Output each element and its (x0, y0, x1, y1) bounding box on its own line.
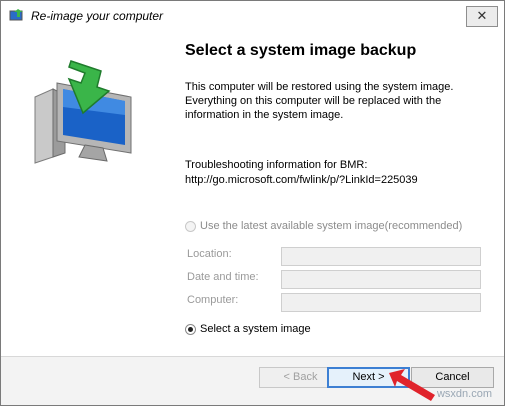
monitor-restore-icon (34, 60, 132, 164)
computer-field (281, 293, 481, 312)
red-arrow-annotation (389, 369, 435, 401)
dialog-window: Re-image your computer ✕ Select a system… (0, 0, 505, 406)
system-restore-icon (9, 9, 23, 21)
computer-label: Computer: (187, 294, 239, 306)
latest-image-label: Use the latest available system image(re… (200, 220, 463, 232)
date-time-field (281, 270, 481, 289)
date-time-label: Date and time: (187, 271, 259, 283)
location-field (281, 247, 481, 266)
troubleshooting-link[interactable]: http://go.microsoft.com/fwlink/p/?LinkId… (185, 173, 485, 188)
select-image-label: Select a system image (200, 323, 311, 335)
location-label: Location: (187, 248, 232, 260)
close-button[interactable]: ✕ (466, 6, 498, 27)
page-heading: Select a system image backup (185, 42, 417, 59)
description-text: This computer will be restored using the… (185, 81, 454, 121)
watermark: wsxdn.com (436, 388, 492, 400)
latest-image-radio[interactable] (185, 220, 196, 232)
window-title: Re-image your computer (31, 9, 164, 23)
latest-image-option[interactable]: Use the latest available system image(re… (185, 218, 462, 234)
select-image-option[interactable]: Select a system image (185, 321, 311, 337)
select-image-radio[interactable] (185, 323, 196, 335)
troubleshooting-label: Troubleshooting information for BMR: (185, 159, 368, 171)
troubleshooting-info: Troubleshooting information for BMR: htt… (185, 158, 485, 188)
title-bar: Re-image your computer ✕ (1, 1, 504, 31)
